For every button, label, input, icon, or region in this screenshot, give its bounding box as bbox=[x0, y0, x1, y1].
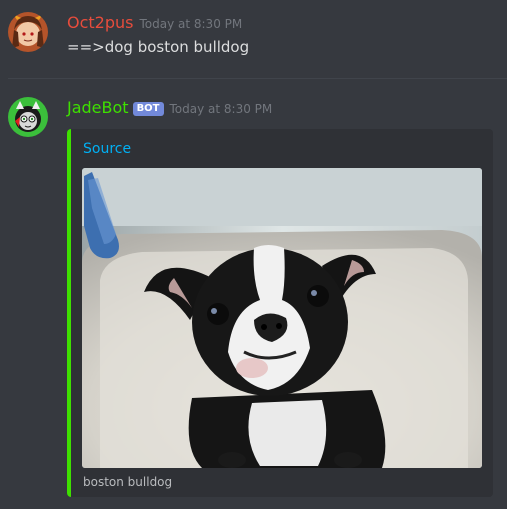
embed-title-link[interactable]: Source bbox=[83, 141, 131, 157]
dog-photo bbox=[82, 168, 482, 468]
avatar-oct2pus[interactable] bbox=[8, 12, 48, 52]
author-name-text[interactable]: Oct2pus bbox=[67, 13, 133, 32]
message-oct2pus: Oct2pus Today at 8:30 PM ==>dog boston bu… bbox=[0, 0, 507, 78]
avatar-jadebot-image bbox=[8, 97, 48, 137]
timestamp: Today at 8:30 PM bbox=[169, 102, 273, 116]
author-name-jadebot[interactable]: JadeBot BOT Today at 8:30 PM bbox=[67, 98, 272, 117]
avatar-oct2pus-image bbox=[8, 12, 48, 52]
author-name-text[interactable]: JadeBot bbox=[67, 98, 129, 117]
embed-accent-bar bbox=[67, 129, 71, 497]
author-name-oct2pus[interactable]: Oct2pus Today at 8:30 PM bbox=[67, 13, 242, 32]
timestamp: Today at 8:30 PM bbox=[139, 17, 243, 31]
embed-footer: boston bulldog bbox=[83, 475, 173, 489]
embed: Source boston bulldog bbox=[67, 129, 493, 497]
message-content: ==>dog boston bulldog bbox=[67, 38, 250, 56]
embed-image[interactable] bbox=[82, 168, 482, 468]
avatar-jadebot[interactable] bbox=[8, 97, 48, 137]
bot-tag: BOT bbox=[132, 102, 164, 116]
